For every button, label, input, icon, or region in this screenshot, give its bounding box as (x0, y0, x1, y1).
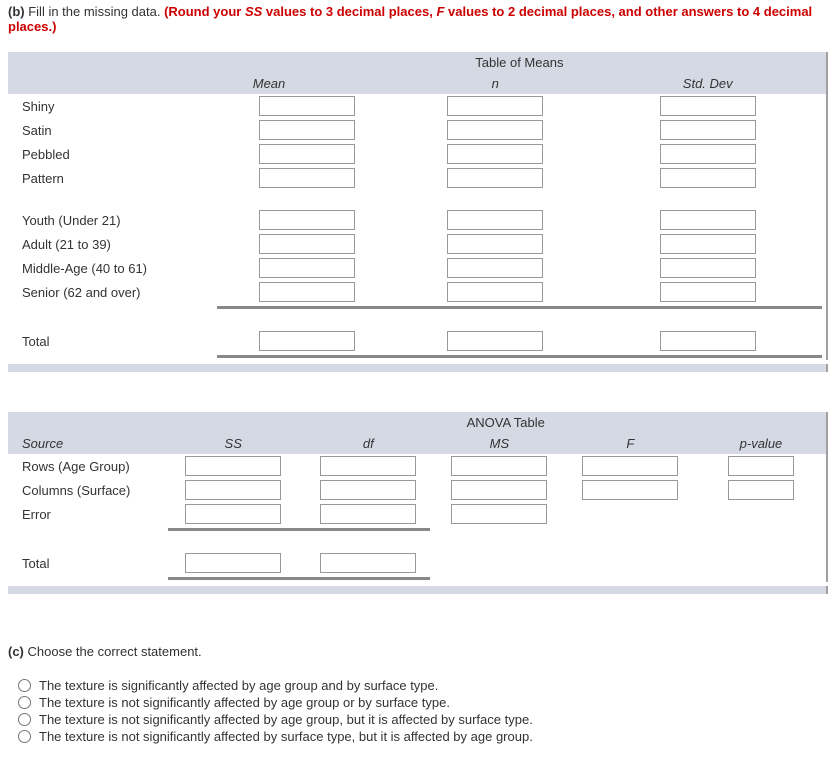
n-input[interactable] (447, 258, 543, 278)
table-footer-stripe (8, 364, 828, 372)
n-input[interactable] (447, 210, 543, 230)
n-input[interactable] (447, 144, 543, 164)
mean-input[interactable] (259, 282, 355, 302)
part-b-prompt: (b) Fill in the missing data. (Round you… (8, 4, 828, 34)
option-radio[interactable] (18, 679, 31, 692)
row-label: Adult (21 to 39) (8, 232, 213, 256)
row-total: Total (8, 551, 164, 575)
df-input[interactable] (320, 456, 416, 476)
means-table-block: Table of Means Mean n Std. Dev Shiny Sat… (8, 52, 828, 372)
sd-input[interactable] (660, 234, 756, 254)
sd-input[interactable] (660, 96, 756, 116)
ss-input[interactable] (185, 480, 281, 500)
option-row: The texture is significantly affected by… (18, 677, 828, 694)
part-c-text: Choose the correct statement. (24, 644, 202, 659)
col-mean: Mean (213, 73, 401, 94)
p-input[interactable] (728, 456, 794, 476)
mean-input[interactable] (259, 120, 355, 140)
mean-total-input[interactable] (259, 331, 355, 351)
p-input[interactable] (728, 480, 794, 500)
means-table: Table of Means Mean n Std. Dev Shiny Sat… (8, 52, 828, 360)
part-c-label: (c) (8, 644, 24, 659)
mean-input[interactable] (259, 258, 355, 278)
row-label: Rows (Age Group) (8, 454, 164, 478)
ss-input[interactable] (185, 504, 281, 524)
mean-input[interactable] (259, 234, 355, 254)
sd-input[interactable] (660, 210, 756, 230)
option-radio[interactable] (18, 730, 31, 743)
part-b-label: (b) (8, 4, 25, 19)
row-label: Error (8, 502, 164, 526)
ss-total-input[interactable] (185, 553, 281, 573)
n-input[interactable] (447, 282, 543, 302)
col-f: F (565, 433, 696, 454)
col-ms: MS (434, 433, 565, 454)
option-radio[interactable] (18, 696, 31, 709)
n-total-input[interactable] (447, 331, 543, 351)
row-label: Shiny (8, 94, 213, 118)
part-c-prompt: (c) Choose the correct statement. (8, 644, 828, 659)
n-input[interactable] (447, 120, 543, 140)
f-input[interactable] (582, 480, 678, 500)
sd-input[interactable] (660, 282, 756, 302)
mean-input[interactable] (259, 96, 355, 116)
col-df: df (303, 433, 434, 454)
row-label: Youth (Under 21) (8, 208, 213, 232)
anova-table: ANOVA Table Source SS df MS F p-value Ro… (8, 412, 828, 582)
col-source: Source (8, 433, 164, 454)
row-label: Satin (8, 118, 213, 142)
col-sd: Std. Dev (589, 73, 827, 94)
option-text: The texture is not significantly affecte… (39, 712, 533, 727)
ms-input[interactable] (451, 480, 547, 500)
sd-total-input[interactable] (660, 331, 756, 351)
df-input[interactable] (320, 504, 416, 524)
row-total: Total (8, 329, 213, 353)
table-footer-stripe (8, 586, 828, 594)
option-row: The texture is not significantly affecte… (18, 711, 828, 728)
sd-input[interactable] (660, 168, 756, 188)
df-input[interactable] (320, 480, 416, 500)
mean-input[interactable] (259, 168, 355, 188)
options-group: The texture is significantly affected by… (18, 677, 828, 745)
part-b-text: Fill in the missing data. (25, 4, 164, 19)
ms-input[interactable] (451, 456, 547, 476)
col-n: n (401, 73, 589, 94)
row-label: Columns (Surface) (8, 478, 164, 502)
n-input[interactable] (447, 168, 543, 188)
row-label: Middle-Age (40 to 61) (8, 256, 213, 280)
col-ss: SS (164, 433, 303, 454)
row-label: Pebbled (8, 142, 213, 166)
ss-input[interactable] (185, 456, 281, 476)
row-label: Pattern (8, 166, 213, 190)
mean-input[interactable] (259, 144, 355, 164)
sd-input[interactable] (660, 258, 756, 278)
col-p: p-value (696, 433, 827, 454)
ms-input[interactable] (451, 504, 547, 524)
sd-input[interactable] (660, 120, 756, 140)
option-text: The texture is not significantly affecte… (39, 695, 450, 710)
f-input[interactable] (582, 456, 678, 476)
df-total-input[interactable] (320, 553, 416, 573)
row-label: Senior (62 and over) (8, 280, 213, 304)
means-title: Table of Means (213, 52, 827, 73)
anova-title: ANOVA Table (303, 412, 565, 433)
n-input[interactable] (447, 96, 543, 116)
option-radio[interactable] (18, 713, 31, 726)
mean-input[interactable] (259, 210, 355, 230)
sd-input[interactable] (660, 144, 756, 164)
option-text: The texture is significantly affected by… (39, 678, 438, 693)
part-c-section: (c) Choose the correct statement. The te… (8, 644, 828, 745)
option-text: The texture is not significantly affecte… (39, 729, 533, 744)
anova-table-block: ANOVA Table Source SS df MS F p-value Ro… (8, 412, 828, 594)
option-row: The texture is not significantly affecte… (18, 694, 828, 711)
option-row: The texture is not significantly affecte… (18, 728, 828, 745)
n-input[interactable] (447, 234, 543, 254)
